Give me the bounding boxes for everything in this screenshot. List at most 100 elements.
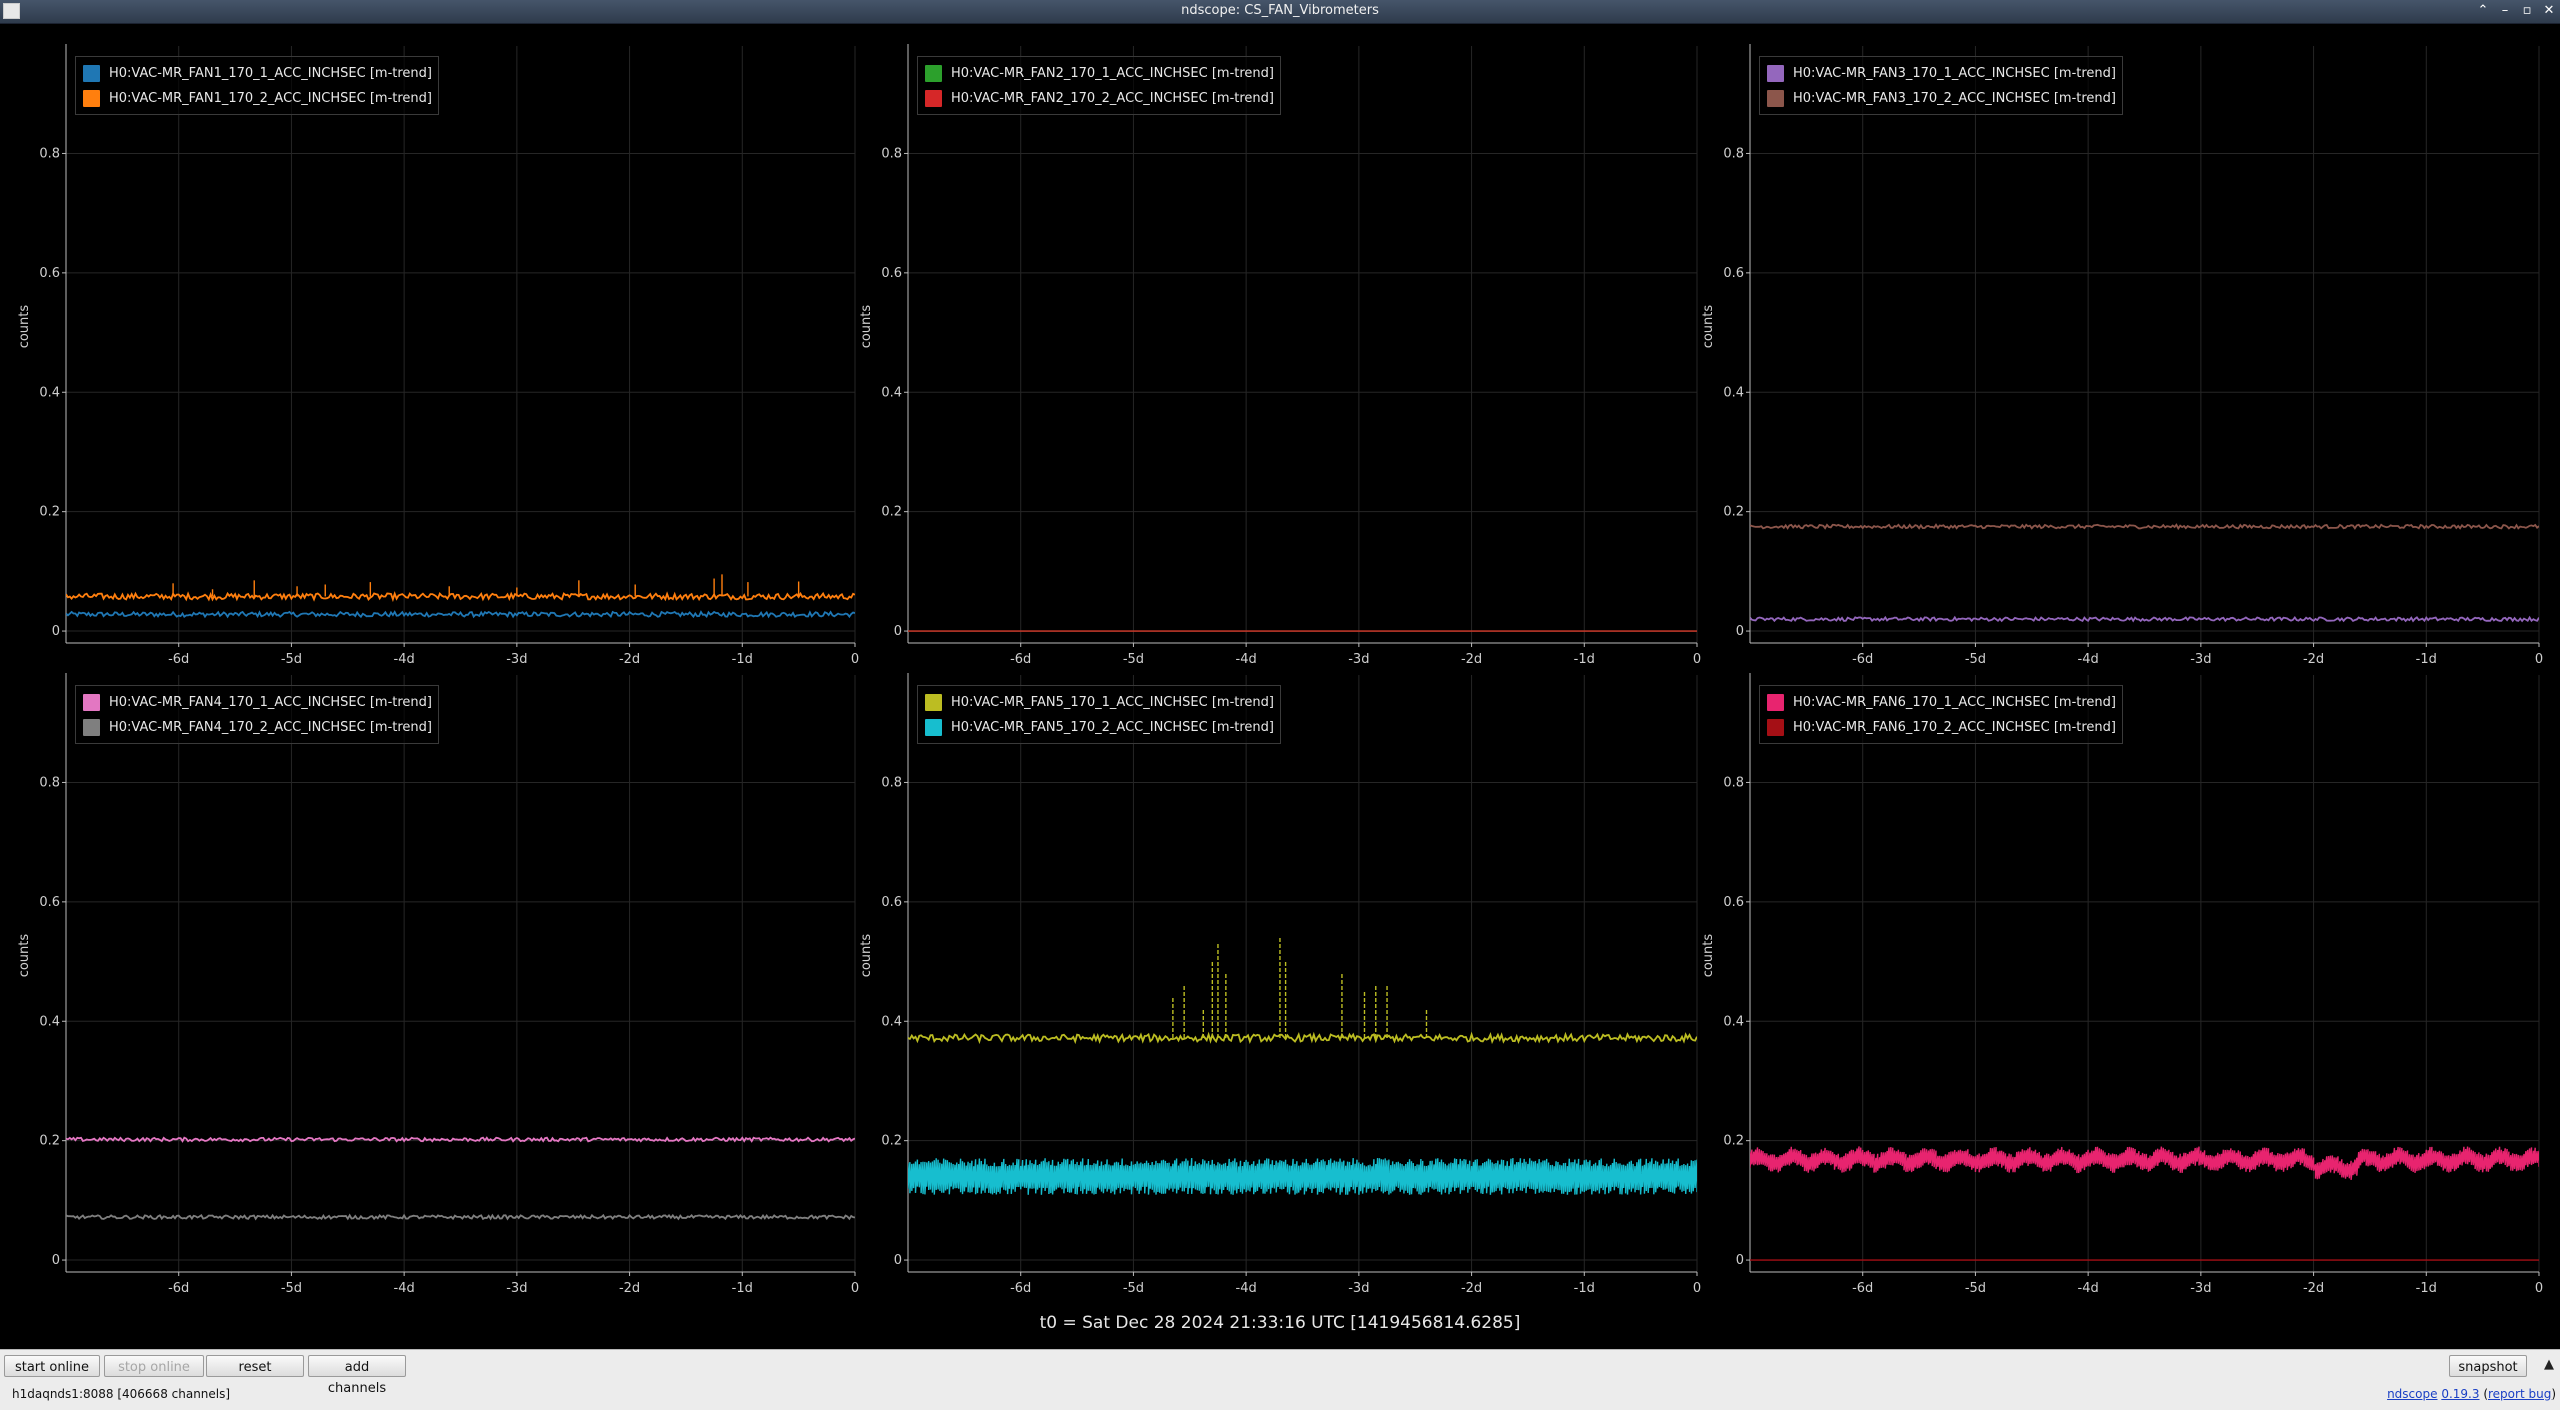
- add-channels-button[interactable]: add channels: [308, 1355, 406, 1396]
- y-tick-label: 0.2: [39, 505, 60, 520]
- plot-legend[interactable]: H0:VAC-MR_FAN4_170_1_ACC_INCHSEC [m-tren…: [75, 685, 439, 744]
- x-tick-label: -6d: [1852, 1281, 1873, 1296]
- plot-legend[interactable]: H0:VAC-MR_FAN5_170_1_ACC_INCHSEC [m-tren…: [917, 685, 1281, 744]
- x-tick-label: -6d: [168, 1281, 189, 1296]
- trend-plot-6[interactable]: 0 0.2 0.4 0.6 0.8 -6d -5d -4d -3d -2d -1d 0 counts H0…: [1684, 653, 2554, 1296]
- y-tick-label: 0.8: [39, 146, 60, 161]
- plot-canvas[interactable]: 00.20.40.60.8-6d -5d -4d -3d -2d -1d 0counts: [1684, 24, 2554, 667]
- stop-online-button[interactable]: stop online: [104, 1355, 204, 1377]
- x-tick-label: 0: [1693, 1281, 1701, 1296]
- reset-button[interactable]: reset: [206, 1355, 304, 1377]
- y-tick-label: 0.8: [1723, 146, 1744, 161]
- legend-label: H0:VAC-MR_FAN2_170_2_ACC_INCHSEC [m-tren…: [951, 91, 1274, 106]
- legend-item-1[interactable]: H0:VAC-MR_FAN3_170_1_ACC_INCHSEC [m-tren…: [1767, 61, 2116, 86]
- y-tick-label: 0.4: [39, 385, 60, 400]
- legend-swatch: [925, 65, 942, 82]
- legend-item-1[interactable]: H0:VAC-MR_FAN6_170_1_ACC_INCHSEC [m-tren…: [1767, 690, 2116, 715]
- plot-canvas[interactable]: 00.20.40.60.8-6d -5d -4d -3d -2d -1d 0counts: [1684, 653, 2554, 1296]
- y-tick-label: 0.4: [881, 1014, 902, 1029]
- trend-plot-5[interactable]: 0 0.2 0.4 0.6 0.8 -6d -5d -4d -3d -2d -1d 0 counts H0…: [842, 653, 1712, 1296]
- y-tick-label: 0.2: [39, 1134, 60, 1149]
- legend-label: H0:VAC-MR_FAN5_170_2_ACC_INCHSEC [m-tren…: [951, 720, 1274, 735]
- start-online-button[interactable]: start online: [4, 1355, 100, 1377]
- y-tick-label: 0.2: [881, 505, 902, 520]
- y-tick-label: 0.6: [1723, 895, 1744, 910]
- window-titlebar: ndscope: CS_FAN_Vibrometers ⌃ – ▫ ✕: [0, 0, 2560, 24]
- x-tick-label: -1d: [1574, 1281, 1595, 1296]
- x-tick-label: -1d: [2416, 1281, 2437, 1296]
- plot-background: [66, 675, 855, 1272]
- x-tick-label: -2d: [619, 1281, 640, 1296]
- plot-legend[interactable]: H0:VAC-MR_FAN2_170_1_ACC_INCHSEC [m-tren…: [917, 56, 1281, 115]
- legend-item-1[interactable]: H0:VAC-MR_FAN4_170_1_ACC_INCHSEC [m-tren…: [83, 690, 432, 715]
- legend-item-2[interactable]: H0:VAC-MR_FAN3_170_2_ACC_INCHSEC [m-tren…: [1767, 86, 2116, 111]
- x-tick-label: -4d: [1236, 1281, 1257, 1296]
- legend-swatch: [1767, 719, 1784, 736]
- plot-canvas[interactable]: 00.20.40.60.8-6d -5d -4d -3d -2d -1d 0counts: [0, 24, 870, 667]
- x-tick-label: -6d: [1010, 1281, 1031, 1296]
- collapse-arrow-icon[interactable]: ▲: [2544, 1357, 2554, 1372]
- y-axis-label: counts: [17, 934, 32, 978]
- y-tick-label: 0: [52, 1253, 60, 1268]
- legend-item-2[interactable]: H0:VAC-MR_FAN6_170_2_ACC_INCHSEC [m-tren…: [1767, 715, 2116, 740]
- y-axis-label: counts: [1701, 934, 1716, 978]
- legend-label: H0:VAC-MR_FAN2_170_1_ACC_INCHSEC [m-tren…: [951, 66, 1274, 81]
- legend-swatch: [1767, 694, 1784, 711]
- x-tick-label: -4d: [2078, 1281, 2099, 1296]
- plot-legend[interactable]: H0:VAC-MR_FAN3_170_1_ACC_INCHSEC [m-tren…: [1759, 56, 2123, 115]
- y-tick-label: 0.4: [39, 1014, 60, 1029]
- x-tick-label: -5d: [281, 1281, 302, 1296]
- y-tick-label: 0.4: [881, 385, 902, 400]
- plot-canvas[interactable]: 00.20.40.60.8-6d -5d -4d -3d -2d -1d 0counts: [0, 653, 870, 1296]
- trend-plot-4[interactable]: 0 0.2 0.4 0.6 0.8 -6d -5d -4d -3d -2d -1d 0 counts H0…: [0, 653, 870, 1296]
- ndscope-link[interactable]: ndscope: [2387, 1387, 2437, 1401]
- app-icon: [3, 3, 20, 19]
- window-title: ndscope: CS_FAN_Vibrometers: [1181, 3, 1379, 18]
- plot-canvas[interactable]: 00.20.40.60.8-6d -5d -4d -3d -2d -1d 0counts: [842, 653, 1712, 1296]
- trend-plot-3[interactable]: 0 0.2 0.4 0.6 0.8 -6d -5d -4d -3d -2d -1d 0 counts H0…: [1684, 24, 2554, 667]
- keep-above-icon[interactable]: ⌃: [2476, 0, 2490, 22]
- y-tick-label: 0.2: [881, 1134, 902, 1149]
- y-tick-label: 0: [894, 1253, 902, 1268]
- report-bug-link[interactable]: report bug: [2488, 1387, 2551, 1401]
- x-tick-label: -2d: [2303, 1281, 2324, 1296]
- legend-label: H0:VAC-MR_FAN5_170_1_ACC_INCHSEC [m-tren…: [951, 695, 1274, 710]
- x-tick-label: -4d: [394, 1281, 415, 1296]
- legend-item-1[interactable]: H0:VAC-MR_FAN5_170_1_ACC_INCHSEC [m-tren…: [925, 690, 1274, 715]
- legend-item-2[interactable]: H0:VAC-MR_FAN2_170_2_ACC_INCHSEC [m-tren…: [925, 86, 1274, 111]
- plot-background: [908, 46, 1697, 643]
- legend-label: H0:VAC-MR_FAN1_170_1_ACC_INCHSEC [m-tren…: [109, 66, 432, 81]
- version-link[interactable]: 0.19.3: [2441, 1387, 2479, 1401]
- y-tick-label: 0.2: [1723, 505, 1744, 520]
- legend-item-2[interactable]: H0:VAC-MR_FAN4_170_2_ACC_INCHSEC [m-tren…: [83, 715, 432, 740]
- plot-grid[interactable]: 0 0.2 0.4 0.6 0.8 -6d -5d -4d -3d -2d -1d 0 counts H0…: [0, 24, 2560, 1349]
- close-icon[interactable]: ✕: [2542, 0, 2556, 22]
- t0-label: t0 = Sat Dec 28 2024 21:33:16 UTC [14194…: [1039, 1313, 1521, 1333]
- y-tick-label: 0: [1736, 624, 1744, 639]
- x-tick-label: -1d: [732, 1281, 753, 1296]
- minimize-icon[interactable]: –: [2498, 0, 2512, 22]
- plot-legend[interactable]: H0:VAC-MR_FAN6_170_1_ACC_INCHSEC [m-tren…: [1759, 685, 2123, 744]
- x-tick-label: -5d: [1123, 1281, 1144, 1296]
- legend-swatch: [83, 719, 100, 736]
- y-tick-label: 0.8: [881, 146, 902, 161]
- legend-item-2[interactable]: H0:VAC-MR_FAN5_170_2_ACC_INCHSEC [m-tren…: [925, 715, 1274, 740]
- y-tick-label: 0: [894, 624, 902, 639]
- x-tick-label: -2d: [1461, 1281, 1482, 1296]
- legend-label: H0:VAC-MR_FAN3_170_1_ACC_INCHSEC [m-tren…: [1793, 66, 2116, 81]
- legend-item-1[interactable]: H0:VAC-MR_FAN1_170_1_ACC_INCHSEC [m-tren…: [83, 61, 432, 86]
- x-tick-label: 0: [851, 1281, 859, 1296]
- legend-label: H0:VAC-MR_FAN4_170_2_ACC_INCHSEC [m-tren…: [109, 720, 432, 735]
- trend-plot-1[interactable]: 0 0.2 0.4 0.6 0.8 -6d -5d -4d -3d -2d -1d 0 counts H0…: [0, 24, 870, 667]
- y-axis-label: counts: [17, 305, 32, 349]
- trend-plot-2[interactable]: 0 0.2 0.4 0.6 0.8 -6d -5d -4d -3d -2d -1d 0 counts H0…: [842, 24, 1712, 667]
- legend-item-1[interactable]: H0:VAC-MR_FAN2_170_1_ACC_INCHSEC [m-tren…: [925, 61, 1274, 86]
- maximize-icon[interactable]: ▫: [2520, 0, 2534, 22]
- y-tick-label: 0: [52, 624, 60, 639]
- snapshot-button[interactable]: snapshot: [2449, 1355, 2527, 1377]
- plot-canvas[interactable]: 00.20.40.60.8-6d -5d -4d -3d -2d -1d 0counts: [842, 24, 1712, 667]
- y-tick-label: 0.6: [39, 266, 60, 281]
- y-axis-label: counts: [859, 934, 874, 978]
- legend-item-2[interactable]: H0:VAC-MR_FAN1_170_2_ACC_INCHSEC [m-tren…: [83, 86, 432, 111]
- plot-legend[interactable]: H0:VAC-MR_FAN1_170_1_ACC_INCHSEC [m-tren…: [75, 56, 439, 115]
